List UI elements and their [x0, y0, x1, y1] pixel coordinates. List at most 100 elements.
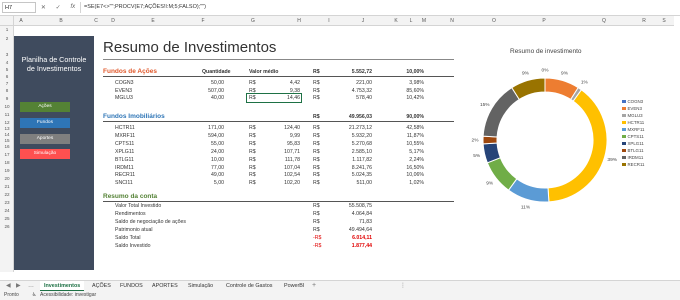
- add-sheet-button[interactable]: +: [312, 281, 316, 291]
- legend-entry[interactable]: HCTR11: [622, 119, 645, 126]
- column-header[interactable]: N: [430, 18, 474, 24]
- row-header[interactable]: 25: [0, 216, 14, 221]
- currency-cell[interactable]: R$: [313, 141, 323, 147]
- sheet-tab[interactable]: Investimentos: [40, 281, 85, 291]
- value-cell[interactable]: 221,00: [330, 80, 372, 86]
- ticker-cell[interactable]: CPTS11: [115, 141, 159, 147]
- name-box[interactable]: H7: [2, 2, 36, 13]
- avg-price-cell[interactable]: 102,20: [258, 180, 300, 186]
- function-icon[interactable]: fx: [70, 4, 75, 11]
- avg-price-cell[interactable]: 9,99: [258, 133, 300, 139]
- row-header[interactable]: 3: [0, 52, 14, 57]
- column-header[interactable]: M: [418, 18, 430, 24]
- row-header[interactable]: 6: [0, 74, 14, 79]
- row-header[interactable]: 19: [0, 168, 14, 173]
- ticker-cell[interactable]: MGLU3: [115, 95, 159, 101]
- next-sheet-icon[interactable]: ▶: [16, 281, 21, 291]
- row-header[interactable]: 8: [0, 88, 14, 93]
- avg-price-cell[interactable]: 107,71: [258, 149, 300, 155]
- ticker-cell[interactable]: MXRF11: [115, 133, 159, 139]
- resumo-value[interactable]: 55.508,75: [330, 203, 372, 209]
- column-header[interactable]: D: [98, 18, 128, 24]
- currency-cell[interactable]: R$: [313, 95, 323, 101]
- quantity-cell[interactable]: 594,00: [170, 133, 224, 139]
- row-header[interactable]: 11: [0, 112, 14, 117]
- row-header[interactable]: 24: [0, 208, 14, 213]
- confirm-icon[interactable]: ✓: [56, 4, 61, 11]
- row-header[interactable]: 18: [0, 160, 14, 165]
- quantity-cell[interactable]: 507,00: [170, 88, 224, 94]
- row-header[interactable]: 17: [0, 152, 14, 157]
- row-header[interactable]: 14: [0, 132, 14, 137]
- value-cell[interactable]: 1.117,82: [330, 157, 372, 163]
- select-all-corner[interactable]: [0, 16, 14, 26]
- ticker-cell[interactable]: SNCI11: [115, 180, 159, 186]
- prev-sheet-icon[interactable]: ◀: [6, 281, 11, 291]
- legend-entry[interactable]: CPTS11: [622, 133, 645, 140]
- row-header[interactable]: 23: [0, 200, 14, 205]
- legend-entry[interactable]: MXRF11: [622, 126, 645, 133]
- quantity-cell[interactable]: 50,00: [170, 80, 224, 86]
- column-header[interactable]: K: [388, 18, 404, 24]
- column-header[interactable]: G: [228, 18, 278, 24]
- row-header[interactable]: 22: [0, 192, 14, 197]
- quantity-cell[interactable]: 77,00: [170, 165, 224, 171]
- legend-entry[interactable]: RECR11: [622, 161, 645, 168]
- column-header[interactable]: J: [338, 18, 388, 24]
- sheet-tab[interactable]: Controle de Gastos: [222, 281, 276, 291]
- ticker-cell[interactable]: XPLG11: [115, 149, 159, 155]
- more-sheets-icon[interactable]: …: [28, 281, 34, 291]
- avg-price-cell[interactable]: 102,54: [258, 172, 300, 178]
- value-cell[interactable]: 5.024,35: [330, 172, 372, 178]
- value-cell[interactable]: 511,00: [330, 180, 372, 186]
- row-header[interactable]: 2: [0, 36, 14, 41]
- percent-cell[interactable]: 10,42%: [382, 95, 424, 101]
- row-header[interactable]: 10: [0, 104, 14, 109]
- avg-price-cell[interactable]: 124,40: [258, 125, 300, 131]
- currency-cell[interactable]: R$: [313, 172, 323, 178]
- avg-price-cell[interactable]: 4,42: [258, 80, 300, 86]
- quantity-cell[interactable]: 24,00: [170, 149, 224, 155]
- sheet-tab[interactable]: APORTES: [148, 281, 182, 291]
- row-header[interactable]: 9: [0, 96, 14, 101]
- currency-cell[interactable]: R$: [313, 180, 323, 186]
- resumo-value[interactable]: 49.494,64: [330, 227, 372, 233]
- legend-entry[interactable]: BTLG11: [622, 147, 645, 154]
- column-header[interactable]: O: [474, 18, 514, 24]
- currency-cell[interactable]: R$: [313, 125, 323, 131]
- slice-recr11[interactable]: [511, 77, 546, 101]
- currency-cell[interactable]: R$: [313, 165, 323, 171]
- percent-cell[interactable]: 85,60%: [382, 88, 424, 94]
- simulacao-button[interactable]: Simulação: [20, 149, 70, 159]
- value-cell[interactable]: 5.932,20: [330, 133, 372, 139]
- quantity-cell[interactable]: 49,00: [170, 172, 224, 178]
- avg-price-cell[interactable]: 107,04: [258, 165, 300, 171]
- row-header[interactable]: 5: [0, 67, 14, 72]
- row-header[interactable]: 15: [0, 138, 14, 143]
- percent-cell[interactable]: 42,58%: [382, 125, 424, 131]
- value-cell[interactable]: 2.585,10: [330, 149, 372, 155]
- selected-cell[interactable]: [246, 93, 302, 103]
- column-header[interactable]: B: [28, 18, 94, 24]
- ticker-cell[interactable]: RECR11: [115, 172, 159, 178]
- currency-cell[interactable]: R$: [313, 149, 323, 155]
- percent-cell[interactable]: 10,55%: [382, 141, 424, 147]
- sheet-tab[interactable]: PowerBI: [280, 281, 308, 291]
- row-header[interactable]: 20: [0, 176, 14, 181]
- value-cell[interactable]: 8.241,76: [330, 165, 372, 171]
- row-header[interactable]: 21: [0, 184, 14, 189]
- quantity-cell[interactable]: 5,00: [170, 180, 224, 186]
- column-header[interactable]: I: [320, 18, 338, 24]
- row-header[interactable]: 13: [0, 126, 14, 131]
- avg-price-cell[interactable]: 111,78: [258, 157, 300, 163]
- column-header[interactable]: A: [14, 18, 28, 24]
- slice-hctr11[interactable]: [547, 89, 608, 203]
- legend-entry[interactable]: IRDM11: [622, 154, 645, 161]
- column-header[interactable]: F: [178, 18, 228, 24]
- quantity-cell[interactable]: 40,00: [170, 95, 224, 101]
- tab-scroll-handle[interactable]: ⋮: [400, 281, 406, 291]
- formula-input[interactable]: =SE(E7<>"";PROCV(E7;AÇÕES!I:M;5;FALSO);"…: [80, 2, 680, 13]
- sheet-tab[interactable]: Simulação: [184, 281, 217, 291]
- ticker-cell[interactable]: COGN3: [115, 80, 159, 86]
- legend-entry[interactable]: EVEN3: [622, 105, 645, 112]
